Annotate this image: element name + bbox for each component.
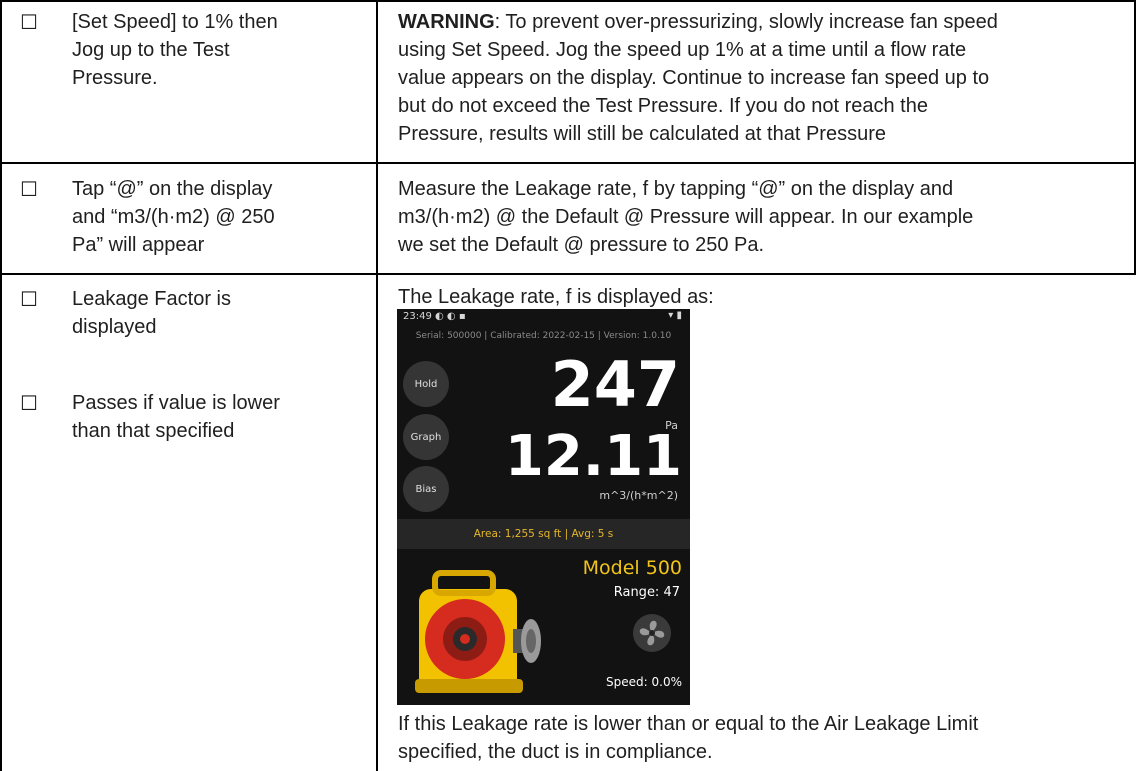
table-border-top bbox=[0, 0, 1136, 2]
pressure-value: 247 bbox=[550, 348, 680, 421]
step-checkbox[interactable]: ☐ bbox=[20, 175, 38, 203]
column-divider bbox=[376, 0, 378, 771]
signal-battery-icon: ▾ ▮ bbox=[668, 310, 682, 321]
step-description: WARNING: To prevent over-pressurizing, s… bbox=[398, 8, 1132, 148]
step-checkbox[interactable]: ☐ bbox=[20, 389, 38, 417]
step-text: Passes if value is lower than that speci… bbox=[72, 389, 372, 445]
graph-button[interactable]: Graph bbox=[403, 414, 449, 460]
step-description: Measure the Leakage rate, f by tapping “… bbox=[398, 175, 1132, 259]
row-divider-1 bbox=[0, 162, 1136, 164]
bias-button[interactable]: Bias bbox=[403, 466, 449, 512]
text-line: we set the Default @ pressure to 250 Pa. bbox=[398, 234, 765, 256]
text-line: Measure the Leakage rate, f by tapping “… bbox=[398, 178, 954, 200]
text-line: and “m3/(h·m2) @ 250 bbox=[72, 206, 275, 228]
text-line: using Set Speed. Jog the speed up 1% at … bbox=[398, 39, 967, 61]
procedure-table: ☐ [Set Speed] to 1% then Jog up to the T… bbox=[0, 0, 1136, 771]
range-readout: Range: 47 bbox=[613, 585, 680, 600]
blower-device-image bbox=[415, 570, 541, 693]
status-time: 23:49 ◐ ◐ ▪ bbox=[403, 311, 466, 322]
status-icons: ◐ ◐ ▪ bbox=[435, 311, 466, 322]
text-line: than that specified bbox=[72, 420, 235, 442]
model-name: Model 500 bbox=[582, 557, 682, 579]
table-border-left bbox=[0, 0, 2, 771]
text-line: Pressure, results will still be calculat… bbox=[398, 123, 886, 145]
speed-readout: Speed: 0.0% bbox=[606, 675, 682, 689]
step-checkbox[interactable]: ☐ bbox=[20, 285, 38, 313]
step-text: Tap “@” on the display and “m3/(h·m2) @ … bbox=[72, 175, 372, 259]
text-line: value appears on the display. Continue t… bbox=[398, 67, 990, 89]
leakage-value: 12.11 bbox=[504, 424, 682, 489]
step-checkbox[interactable]: ☐ bbox=[20, 8, 38, 36]
text-line: [Set Speed] to 1% then bbox=[72, 11, 278, 33]
text-line: Pressure. bbox=[72, 67, 158, 89]
text-line: WARNING: To prevent over-pressurizing, s… bbox=[398, 8, 1132, 36]
info-bar: Area: 1,255 sq ft | Avg: 5 s bbox=[397, 519, 690, 549]
text-line: If this Leakage rate is lower than or eq… bbox=[398, 713, 979, 735]
hold-button[interactable]: Hold bbox=[403, 361, 449, 407]
fan-icon[interactable] bbox=[632, 613, 672, 653]
leakage-unit: m^3/(h*m^2) bbox=[599, 489, 678, 502]
text-line: Jog up to the Test bbox=[72, 39, 230, 61]
device-screenshot: 23:49 ◐ ◐ ▪ ▾ ▮ Serial: 500000 | Calibra… bbox=[397, 309, 690, 705]
text-line: m3/(h·m2) @ the Default @ Pressure will … bbox=[398, 206, 974, 228]
text-line: Tap “@” on the display bbox=[72, 178, 273, 200]
text-line: Passes if value is lower bbox=[72, 392, 280, 414]
text-line: specified, the duct is in compliance. bbox=[398, 741, 713, 763]
device-meta: Serial: 500000 | Calibrated: 2022-02-15 … bbox=[415, 331, 672, 341]
text-line: Leakage Factor is bbox=[72, 288, 231, 310]
step-description-outro: If this Leakage rate is lower than or eq… bbox=[398, 710, 1132, 766]
warning-label: WARNING bbox=[398, 11, 495, 33]
row-divider-2 bbox=[0, 273, 1136, 275]
text-line: but do not exceed the Test Pressure. If … bbox=[398, 95, 928, 117]
step-description-intro: The Leakage rate, f is displayed as: bbox=[398, 283, 1132, 311]
text-line: The Leakage rate, f is displayed as: bbox=[398, 286, 714, 308]
text-line: Pa” will appear bbox=[72, 234, 205, 256]
warning-text: : To prevent over-pressurizing, slowly i… bbox=[494, 11, 998, 33]
step-text: Leakage Factor is displayed bbox=[72, 285, 372, 341]
text-line: displayed bbox=[72, 316, 157, 338]
step-text: [Set Speed] to 1% then Jog up to the Tes… bbox=[72, 8, 372, 92]
